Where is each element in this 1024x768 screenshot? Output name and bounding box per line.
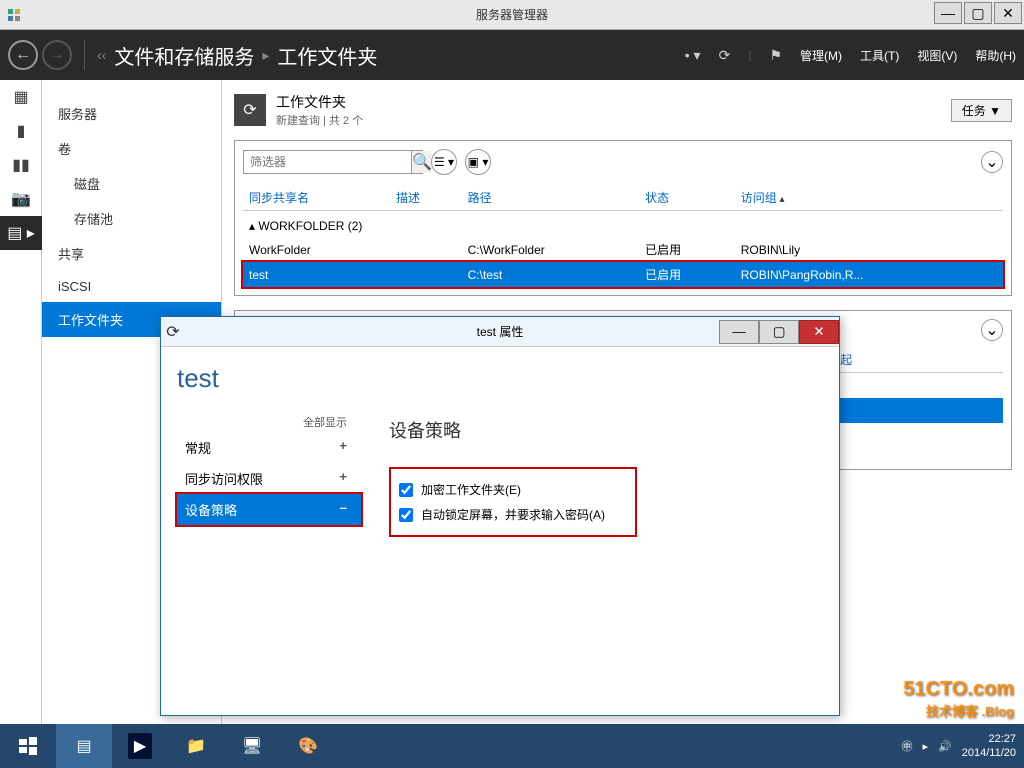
sidebar-item-servers[interactable]: 服务器 (42, 96, 221, 131)
properties-dialog: ⟳ test 属性 — ▢ ✕ test 全部显示 常规+ 同步访问权限+ 设备… (160, 316, 840, 716)
expand-button[interactable]: ⌄ (981, 151, 1003, 173)
tray-sound-icon[interactable]: 🔊 (938, 740, 952, 753)
search-icon[interactable]: 🔍 (411, 151, 432, 173)
col-name[interactable]: 同步共享名 (243, 185, 390, 211)
taskbar-server-manager[interactable]: ▤ (56, 724, 112, 768)
minimize-button[interactable]: — (934, 2, 962, 24)
rail-all-icon[interactable]: ▮▮ (0, 148, 42, 182)
col-path[interactable]: 路径 (462, 185, 639, 211)
tray-flag-icon[interactable]: ▸ (923, 740, 929, 753)
checkbox-lock[interactable]: 自动锁定屏幕，并要求输入密码(A) (399, 502, 605, 527)
flag-icon[interactable]: ⚑ (769, 47, 782, 64)
taskbar-network[interactable]: 🖥 (224, 724, 280, 768)
chevron-icon: ‹‹ (97, 47, 106, 63)
clock[interactable]: 22:27 2014/11/20 (962, 732, 1016, 760)
rail-camera-icon[interactable]: 📷 (0, 182, 42, 216)
start-button[interactable] (0, 724, 56, 768)
sidebar-item-shares[interactable]: 共享 (42, 236, 221, 271)
col-status[interactable]: 状态 (639, 185, 735, 211)
tasks-dropdown[interactable]: 任务 ▼ (951, 99, 1012, 122)
header: ← → ‹‹ 文件和存储服务 ▸ 工作文件夹 • ▾ ⟳ | ⚑ 管理(M) 工… (0, 30, 1024, 80)
dialog-title: test 属性 (477, 323, 524, 340)
checkbox-encrypt-input[interactable] (399, 483, 413, 497)
dialog-icon: ⟳ (161, 322, 185, 342)
dialog-heading: test (177, 363, 361, 394)
breadcrumb-root[interactable]: 文件和存储服务 (114, 41, 254, 70)
dialog-minimize-button[interactable]: — (719, 320, 759, 344)
rail-storage-icon[interactable]: ▤ ▸ (0, 216, 42, 250)
save-view-button[interactable]: ▣ ▾ (465, 149, 491, 175)
titlebar: 服务器管理器 — ▢ ✕ (0, 0, 1024, 30)
dialog-nav-device[interactable]: 设备策略– (177, 494, 361, 525)
filter-input[interactable] (244, 151, 411, 173)
menu-manage[interactable]: 管理(M) (800, 47, 842, 64)
sidebar-item-iscsi[interactable]: iSCSI (42, 271, 221, 302)
list-panel: 🔍 ☰ ▾ ▣ ▾ ⌄ 同步共享名 描述 路径 状态 访问组 ▴ WORKFOL… (234, 140, 1012, 296)
section-title: 工作文件夹 (276, 92, 363, 112)
taskbar: ▤ ▶ 📁 🖥 🎨 ㊥ ▸ 🔊 22:27 2014/11/20 (0, 724, 1024, 768)
taskbar-explorer[interactable]: 📁 (168, 724, 224, 768)
tray-ime-icon[interactable]: ㊥ (902, 738, 913, 754)
taskbar-paint[interactable]: 🎨 (280, 724, 336, 768)
dialog-close-button[interactable]: ✕ (799, 320, 839, 344)
sidebar-item-disks[interactable]: 磁盘 (42, 166, 221, 201)
sync-icon: ⟳ (234, 94, 266, 126)
dialog-nav-general[interactable]: 常规+ (177, 432, 361, 463)
forward-button[interactable]: → (42, 40, 72, 70)
rail-dashboard-icon[interactable]: ▦ (0, 80, 42, 114)
maximize-button[interactable]: ▢ (964, 2, 992, 24)
dropdown-icon[interactable]: • ▾ (685, 47, 701, 64)
window-title: 服务器管理器 (476, 6, 548, 23)
refresh-icon[interactable]: ⟳ (719, 47, 731, 64)
group-header[interactable]: ▴ WORKFOLDER (2) (243, 211, 1003, 238)
menu-tools[interactable]: 工具(T) (860, 47, 899, 64)
icon-rail: ▦ ▮ ▮▮ 📷 ▤ ▸ (0, 80, 42, 724)
menu-view[interactable]: 视图(V) (917, 47, 957, 64)
col-group[interactable]: 访问组 (735, 185, 1003, 211)
table-row[interactable]: WorkFolderC:\WorkFolder已启用ROBIN\Lily (243, 237, 1003, 262)
close-button[interactable]: ✕ (994, 2, 1022, 24)
show-all-link[interactable]: 全部显示 (177, 414, 361, 430)
app-icon (4, 5, 24, 25)
table-row[interactable]: testC:\test已启用ROBIN\PangRobin,R... (243, 262, 1003, 287)
checkbox-encrypt[interactable]: 加密工作文件夹(E) (399, 477, 605, 502)
menu-help[interactable]: 帮助(H) (975, 47, 1016, 64)
dialog-nav-access[interactable]: 同步访问权限+ (177, 463, 361, 494)
lower-expand-button[interactable]: ⌄ (981, 319, 1003, 341)
section-subtitle: 新建查询 | 共 2 个 (276, 112, 363, 128)
filter-box: 🔍 (243, 150, 423, 174)
watermark: 51CTO.com 技术博客 .Blog (903, 678, 1014, 720)
dialog-section-title: 设备策略 (389, 417, 819, 443)
breadcrumb-leaf[interactable]: 工作文件夹 (277, 41, 377, 70)
sidebar-item-pools[interactable]: 存储池 (42, 201, 221, 236)
workfolders-table: 同步共享名 描述 路径 状态 访问组 ▴ WORKFOLDER (2) Work… (243, 185, 1003, 287)
checkbox-lock-input[interactable] (399, 508, 413, 522)
chevron-right-icon: ▸ (262, 47, 269, 64)
rail-local-icon[interactable]: ▮ (0, 114, 42, 148)
taskbar-powershell[interactable]: ▶ (112, 724, 168, 768)
col-desc[interactable]: 描述 (390, 185, 462, 211)
dialog-maximize-button[interactable]: ▢ (759, 320, 799, 344)
filter-options-button[interactable]: ☰ ▾ (431, 149, 457, 175)
sidebar-item-volumes[interactable]: 卷 (42, 131, 221, 166)
back-button[interactable]: ← (8, 40, 38, 70)
